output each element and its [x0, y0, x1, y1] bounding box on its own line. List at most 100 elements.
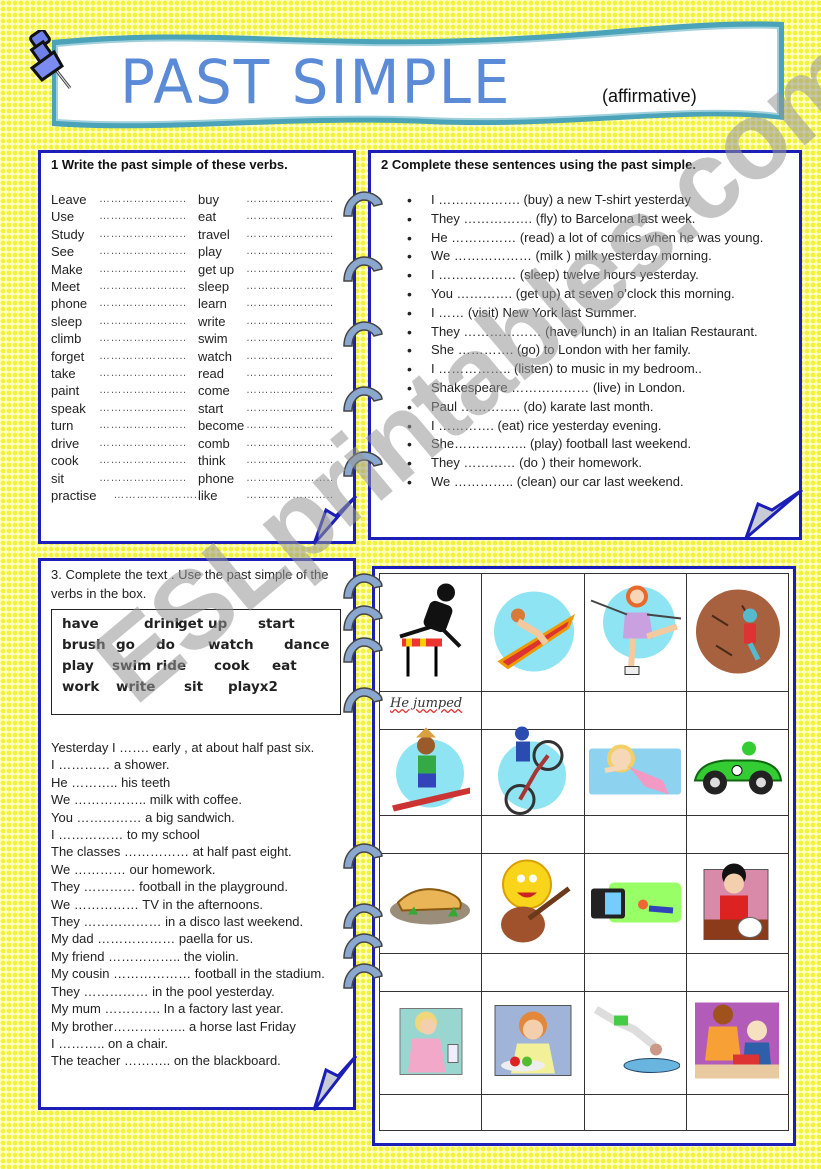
answer-blank[interactable]: ………………….. — [246, 295, 334, 312]
verb-word: Make — [51, 261, 83, 277]
word-box-verb: get up — [178, 616, 228, 632]
answer-cell[interactable] — [583, 1094, 687, 1131]
exercise-3-panel: 3. Complete the text . Use the past simp… — [38, 558, 356, 1110]
answer-cell[interactable] — [583, 953, 687, 992]
answer-blank[interactable]: ………………….. — [246, 278, 334, 295]
verb-item: climb ………………….. — [51, 330, 201, 347]
word-box-verb: write — [116, 679, 156, 695]
answer-blank[interactable]: ………………….. — [246, 191, 334, 208]
answer-blank[interactable]: ………………….. — [99, 278, 187, 295]
answer-blank[interactable]: ………………….. — [99, 417, 187, 434]
answer-blank[interactable]: ………………….. — [246, 417, 334, 434]
verb-word: like — [198, 487, 218, 503]
answer-blank[interactable]: ………………….. — [99, 382, 187, 399]
picture-cell — [583, 853, 687, 954]
answer-blank[interactable]: ………………….. — [99, 452, 187, 469]
answer-cell[interactable] — [481, 1094, 585, 1131]
answer-blank[interactable]: ………………….. — [246, 452, 334, 469]
answer-blank[interactable]: ………………….. — [246, 330, 334, 347]
verb-item: play ………………….. — [198, 243, 334, 260]
answer-blank[interactable]: ………………….. — [246, 348, 334, 365]
text-line: Yesterday I ……. early , at about half pa… — [51, 740, 315, 755]
answer-blank[interactable]: ………………….. — [99, 330, 187, 347]
verb-item: travel ………………….. — [198, 226, 334, 243]
answer-cell[interactable]: He jumped — [378, 691, 483, 730]
answer-blank[interactable]: ………………….. — [99, 261, 187, 278]
sentence-list: I ………………. (buy) a new T-shirt yesterdayT… — [407, 191, 763, 492]
answer-blank[interactable]: ………………….. — [246, 435, 334, 452]
answer-blank[interactable]: ………………….. — [246, 208, 334, 225]
answer-blank[interactable]: ………………….. — [99, 435, 187, 452]
answer-blank[interactable]: ………………….. — [246, 365, 334, 382]
picture-cell — [685, 573, 790, 692]
answer-cell[interactable] — [378, 1094, 483, 1131]
answer-blank[interactable]: ………………….. — [99, 348, 187, 365]
verb-item: speak ………………….. — [51, 400, 201, 417]
answer-cell[interactable] — [685, 691, 790, 730]
answer-blank[interactable]: ………………….. — [99, 191, 187, 208]
answer-cell[interactable] — [481, 815, 585, 854]
title-banner: PAST SIMPLE (affirmative) — [48, 16, 788, 134]
answer-blank[interactable]: ………………….. — [246, 470, 334, 487]
answer-blank[interactable]: ………………….. — [99, 226, 187, 243]
answer-blank[interactable]: ………………….. — [99, 400, 187, 417]
verb-item: start ………………….. — [198, 400, 334, 417]
answer-blank[interactable]: ………………….. — [246, 243, 334, 260]
verb-item: think ………………….. — [198, 452, 334, 469]
word-box-verb: eat — [272, 658, 297, 674]
jumping-hurdle-picture — [396, 582, 466, 683]
brushing-teeth-picture — [398, 1005, 464, 1082]
answer-blank[interactable]: ………………….. — [99, 295, 187, 312]
answer-cell[interactable] — [378, 953, 483, 992]
binder-ring-icon — [340, 255, 384, 283]
text-line: The teacher ……….. on the blackboard. — [51, 1053, 281, 1069]
answer-blank[interactable]: ………………….. — [246, 382, 334, 399]
answer-cell[interactable] — [481, 691, 585, 730]
binder-ring-icon — [340, 450, 384, 478]
drinking-tea-picture — [702, 861, 772, 946]
verb-item: Leave ………………….. — [51, 191, 201, 208]
picture-cell — [685, 991, 790, 1095]
answer-blank[interactable]: ………………….. — [99, 470, 187, 487]
answer-cell[interactable] — [583, 691, 687, 730]
answer-blank[interactable]: ………………….. — [246, 226, 334, 243]
answer-blank[interactable]: ………………….. — [99, 243, 187, 260]
answer-blank[interactable]: ………………….. — [99, 365, 187, 382]
picture-cell — [481, 991, 585, 1095]
picture-row — [378, 991, 790, 1095]
answer-blank[interactable]: ………………….. — [99, 208, 187, 225]
answer-blank[interactable]: ………………….. — [246, 400, 334, 417]
picture-grid: He jumped — [378, 573, 790, 1131]
picture-cell — [378, 727, 483, 816]
answer-cell[interactable] — [481, 953, 585, 992]
text-line: We …………… TV in the afternoons. — [51, 896, 263, 912]
text-line: I ……….. on a chair. — [51, 1035, 169, 1051]
example-answer: He jumped — [390, 696, 463, 711]
verb-word: comb — [198, 435, 230, 451]
ice-skating-picture — [587, 582, 683, 683]
picture-cell — [481, 853, 585, 954]
verb-word: travel — [198, 226, 230, 242]
answer-cell[interactable] — [378, 815, 483, 854]
verb-word: get up — [198, 261, 235, 277]
answer-row — [378, 953, 790, 992]
word-box-verb: go — [116, 637, 135, 653]
answer-cell[interactable] — [685, 953, 790, 992]
answer-blank[interactable]: ………………….. — [246, 313, 334, 330]
answer-cell[interactable] — [685, 815, 790, 854]
picture-cell — [685, 853, 790, 954]
answer-blank[interactable]: ………………….. — [99, 313, 187, 330]
verb-item: drive ………………….. — [51, 435, 201, 452]
answer-cell[interactable] — [685, 1094, 790, 1131]
text-line: They …………… in the pool yesterday. — [51, 983, 275, 999]
answer-blank[interactable]: ………………….. — [113, 487, 201, 504]
picture-row — [378, 853, 790, 954]
verb-word: sit — [51, 470, 64, 486]
answer-cell[interactable] — [583, 815, 687, 854]
verb-item: comb ………………….. — [198, 435, 334, 452]
sentence-item: I ………………. (buy) a new T-shirt yesterday — [407, 191, 763, 210]
answer-blank[interactable]: ………………….. — [246, 261, 334, 278]
word-box-verb: work — [62, 679, 100, 695]
picture-row — [378, 573, 790, 692]
text-line: They ……………… in a disco last weekend. — [51, 914, 304, 930]
